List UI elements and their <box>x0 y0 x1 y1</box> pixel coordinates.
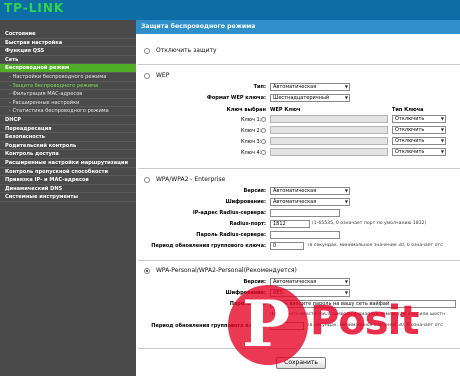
sidebar-item-advanced-routing[interactable]: Расширенные настройки маршрутизации <box>0 159 136 168</box>
wep-key-2-label: Ключ 2: <box>241 128 262 134</box>
wep-key-4-radio[interactable] <box>261 150 266 155</box>
sidebar-item-status[interactable]: Состояние <box>0 30 136 39</box>
wep-col-selected: Ключ выбран <box>226 107 266 113</box>
personal-version-label: Версия: <box>243 279 266 285</box>
sidebar-item-forwarding[interactable]: Переадресация <box>0 125 136 134</box>
wep-key-1-input[interactable] <box>270 115 388 123</box>
wep-type-select[interactable]: Автоматическая <box>270 83 350 91</box>
sidebar-item-quick-setup[interactable]: Быстрая настройка <box>0 39 136 48</box>
wep-key-3-input[interactable] <box>270 137 388 145</box>
wep-key-4-input[interactable] <box>270 148 388 156</box>
sidebar-item-mac-filtering[interactable]: - Фильтрация MAC-адресов <box>0 90 136 99</box>
wep-key-2-input[interactable] <box>270 126 388 134</box>
wep-title: WEP <box>156 72 170 79</box>
sidebar-item-wireless-security[interactable]: - Защита беспроводного режима <box>0 82 136 91</box>
wep-key-4-type-select[interactable]: Отключить <box>392 148 446 156</box>
disable-security-label: Отключить защиту <box>156 47 217 54</box>
wep-format-label: Формат WEP ключа: <box>206 95 266 101</box>
wep-key-4-label: Ключ 4: <box>241 150 262 156</box>
personal-title: WPA-Personal/WPA2-Personal(Рекомендуется… <box>156 267 297 274</box>
wep-key-3-label: Ключ 3: <box>241 139 262 145</box>
enterprise-version-select[interactable]: Автоматическая <box>270 187 350 195</box>
enterprise-group-period-label: Период обновления группового ключа: <box>151 243 266 249</box>
header-bar: TP-LINK <box>0 0 460 20</box>
radius-port-hint: (1-65535, 0 означает порт по умолчанию 1… <box>312 221 427 226</box>
wep-col-key: WEP Ключ <box>270 107 301 113</box>
wep-key-2-type-select[interactable]: Отключить <box>392 126 446 134</box>
sidebar-item-wireless-settings[interactable]: - Настройки беспроводного режима <box>0 73 136 82</box>
page-title: Защита беспроводного режима <box>136 20 460 34</box>
radius-port-input[interactable]: 1812 <box>270 220 310 228</box>
sidebar-item-network[interactable]: Сеть <box>0 56 136 65</box>
brand-logo: TP-LINK <box>4 1 65 15</box>
divider <box>138 168 460 169</box>
sidebar-item-security[interactable]: Безопасность <box>0 133 136 142</box>
radius-ip-input[interactable] <box>270 209 340 217</box>
sidebar-item-dynamic-dns[interactable]: Динамический DNS <box>0 185 136 194</box>
enterprise-title: WPA/WPA2 - Enterprise <box>156 176 226 183</box>
enterprise-encryption-label: Шифрование: <box>225 199 266 205</box>
wep-key-1-label: Ключ 1: <box>241 117 262 123</box>
wep-type-label: Тип: <box>253 84 266 90</box>
sidebar-item-wireless-advanced[interactable]: - Расширенные настройки <box>0 99 136 108</box>
sidebar-item-system-tools[interactable]: Системные инструменты <box>0 193 136 202</box>
sidebar-item-wireless[interactable]: Беспроводной режим <box>0 64 136 73</box>
divider <box>138 260 460 261</box>
enterprise-version-label: Версия: <box>243 188 266 194</box>
radius-port-label: Radius-порт: <box>229 221 267 227</box>
radius-password-input[interactable] <box>270 231 340 239</box>
sidebar-item-dhcp[interactable]: DHCP <box>0 116 136 125</box>
wep-col-type: Тип Ключа <box>392 107 424 113</box>
wep-key-2-radio[interactable] <box>261 128 266 133</box>
enterprise-radio[interactable] <box>144 177 150 183</box>
enterprise-group-period-input[interactable]: 0 <box>270 242 304 250</box>
sidebar-item-qss[interactable]: Функция QSS <box>0 47 136 56</box>
wep-key-1-radio[interactable] <box>261 117 266 122</box>
sidebar-item-bandwidth-control[interactable]: Контроль пропускной способности <box>0 168 136 177</box>
personal-radio[interactable] <box>144 268 150 274</box>
sidebar-item-ip-mac-binding[interactable]: Привязка IP- и MAC-адресов <box>0 176 136 185</box>
sidebar-item-wireless-statistics[interactable]: - Статистика беспроводного режима <box>0 107 136 116</box>
enterprise-group-period-hint: (в секундах, минимальное значение 30, 0 … <box>308 243 443 248</box>
watermark-text: Posit <box>310 298 419 344</box>
enterprise-encryption-select[interactable]: Автоматическая <box>270 198 350 206</box>
wep-key-3-type-select[interactable]: Отключить <box>392 137 446 145</box>
wep-format-select[interactable]: Шестнадцатеричный <box>270 94 350 102</box>
wep-radio[interactable] <box>144 73 150 79</box>
sidebar-item-access-control[interactable]: Контроль доступа <box>0 150 136 159</box>
sidebar: Состояние Быстрая настройка Функция QSS … <box>0 20 136 376</box>
watermark-logo-letter: P <box>242 287 291 362</box>
wep-key-3-radio[interactable] <box>261 139 266 144</box>
sidebar-item-parental-control[interactable]: Родительский контроль <box>0 142 136 151</box>
personal-version-select[interactable]: Автоматическая <box>270 278 350 286</box>
divider <box>138 64 460 65</box>
disable-security-radio[interactable] <box>144 48 150 54</box>
radius-ip-label: IP-адрес Radius-сервера: <box>192 210 266 216</box>
radius-password-label: Пароль Radius-сервера: <box>196 232 266 238</box>
wep-key-1-type-select[interactable]: Отключить <box>392 115 446 123</box>
